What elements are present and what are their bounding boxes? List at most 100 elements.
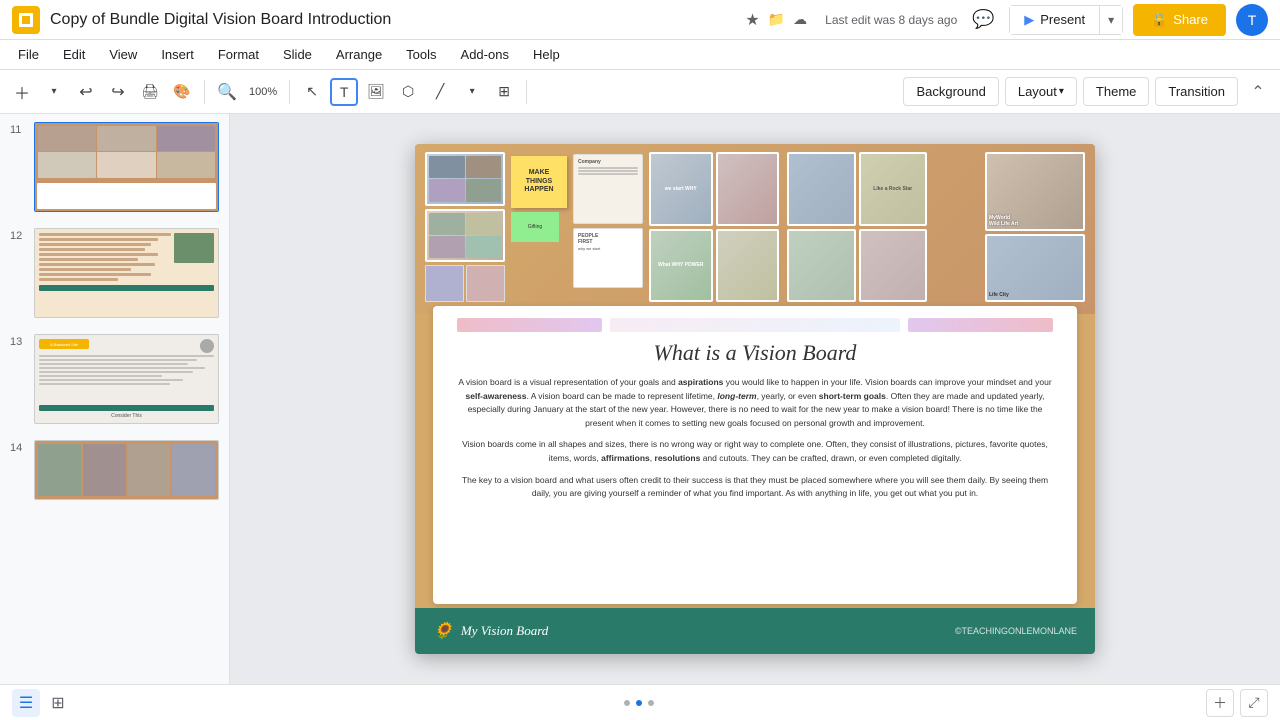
s12-text-lines xyxy=(39,233,171,281)
far-right-photos: MyWorldWild Life Art Life City xyxy=(985,152,1085,302)
paint-format-button[interactable]: 🎨 xyxy=(168,78,196,106)
transition-button[interactable]: Transition xyxy=(1155,77,1238,106)
present-button[interactable]: ▶ Present xyxy=(1009,5,1100,35)
undo-button[interactable]: ↩ xyxy=(72,78,100,106)
add-slide-button[interactable]: ＋ xyxy=(8,78,36,106)
add-slide-bottom-button[interactable]: ＋ xyxy=(1206,689,1234,717)
folder-icon[interactable]: 📁 xyxy=(768,11,785,28)
share-button[interactable]: 🔒 Share xyxy=(1133,4,1226,36)
menu-insert[interactable]: Insert xyxy=(151,43,204,66)
slide-thumbnail-14[interactable]: 14 xyxy=(0,432,229,508)
pg2-c2 xyxy=(466,213,502,235)
canvas-area[interactable]: MAKETHINGSHAPPEN Gifting Company PEOPLEF… xyxy=(230,114,1280,684)
rp1-c4 xyxy=(859,229,928,303)
center-photo-1: we start WHY xyxy=(649,152,713,226)
star-icon[interactable]: ★ xyxy=(745,10,759,30)
pg1-c4 xyxy=(466,179,502,201)
shape-tool[interactable]: ⬡ xyxy=(394,78,422,106)
layout-button[interactable]: Layout ▾ xyxy=(1005,77,1077,106)
s12-footer xyxy=(39,285,214,291)
menu-arrange[interactable]: Arrange xyxy=(326,43,392,66)
comment-button[interactable]: 💬 xyxy=(967,4,999,36)
s11-cell-5 xyxy=(97,152,155,177)
layout-label: Layout xyxy=(1018,84,1057,99)
menu-tools[interactable]: Tools xyxy=(396,43,446,66)
s13-avatar xyxy=(200,339,214,353)
slide-number-12: 12 xyxy=(10,230,26,242)
s11-cell-3 xyxy=(157,126,215,151)
s11-collage-grid xyxy=(35,123,218,181)
menu-edit[interactable]: Edit xyxy=(53,43,95,66)
line-caret[interactable]: ▾ xyxy=(458,78,486,106)
s11-cell-4 xyxy=(38,152,96,177)
line-tool[interactable]: ╱ xyxy=(426,78,454,106)
center-photo-2 xyxy=(716,152,780,226)
last-edit-text: Last edit was 8 days ago xyxy=(825,13,957,27)
grid-view-button[interactable]: ⊞ xyxy=(44,689,72,717)
center-photo-4 xyxy=(716,229,780,303)
pg3-c1 xyxy=(425,265,464,302)
main-slide[interactable]: MAKETHINGSHAPPEN Gifting Company PEOPLEF… xyxy=(415,144,1095,654)
text-tool[interactable]: T xyxy=(330,78,358,106)
slide-thumbnail-11[interactable]: 11 xyxy=(0,114,229,220)
redo-button[interactable]: ↪ xyxy=(104,78,132,106)
menu-help[interactable]: Help xyxy=(523,43,570,66)
bottom-right-actions: ＋ ⤢ xyxy=(1206,689,1268,717)
collapse-toolbar-button[interactable]: ⌃ xyxy=(1244,78,1272,106)
s13-badge: A Balanced Life xyxy=(39,339,89,349)
toolbar-separator-1 xyxy=(204,80,205,104)
theme-button[interactable]: Theme xyxy=(1083,77,1149,106)
s13-l6 xyxy=(39,375,162,377)
footer-logo: 🌻 My Vision Board xyxy=(433,621,548,641)
zoom-level[interactable]: 100% xyxy=(245,78,281,106)
s12-line-5 xyxy=(39,253,158,256)
card-people-first: PEOPLEFIRST why we start xyxy=(573,228,643,288)
menu-slide[interactable]: Slide xyxy=(273,43,322,66)
pg2-c3 xyxy=(429,236,465,258)
document-title: Copy of Bundle Digital Vision Board Intr… xyxy=(50,11,735,29)
cursor-tool[interactable]: ↖ xyxy=(298,78,326,106)
more-tool[interactable]: ⊞ xyxy=(490,78,518,106)
photo-grid-2 xyxy=(425,209,505,263)
pg2-c1 xyxy=(429,213,465,235)
sticky-make-things-happen: MAKETHINGSHAPPEN xyxy=(511,156,567,208)
slide-preview-13[interactable]: A Balanced Life Consider This xyxy=(34,334,219,424)
image-tool[interactable]: 🖼 xyxy=(362,78,390,106)
dot-1 xyxy=(624,700,630,706)
s11-cell-2 xyxy=(97,126,155,151)
present-label: Present xyxy=(1040,12,1085,27)
menu-view[interactable]: View xyxy=(99,43,147,66)
right-bar xyxy=(908,318,1053,332)
s11-cell-1 xyxy=(38,126,96,151)
background-button[interactable]: Background xyxy=(903,77,998,106)
slide-number-13: 13 xyxy=(10,336,26,348)
top-right-actions: Last edit was 8 days ago 💬 ▶ Present ▾ 🔒… xyxy=(817,4,1268,36)
expand-button[interactable]: ⤢ xyxy=(1240,689,1268,717)
center-bar xyxy=(610,318,900,332)
s13-l7 xyxy=(39,379,183,381)
menu-addons[interactable]: Add-ons xyxy=(451,43,519,66)
pg1-c3 xyxy=(429,179,465,201)
app-icon xyxy=(12,6,40,34)
slide-thumbnail-13[interactable]: 13 A Balanced Life xyxy=(0,326,229,432)
print-button[interactable]: 🖨 xyxy=(136,78,164,106)
add-slide-caret[interactable]: ▾ xyxy=(40,78,68,106)
slide-preview-14[interactable] xyxy=(34,440,219,500)
bottom-bar: ☰ ⊞ ＋ ⤢ xyxy=(0,684,1280,720)
toolbar-right: Background Layout ▾ Theme Transition ⌃ xyxy=(903,77,1272,106)
pg2-c4 xyxy=(466,236,502,258)
slide-thumbnail-12[interactable]: 12 xyxy=(0,220,229,326)
s13-consider: Consider This xyxy=(39,413,214,419)
list-view-button[interactable]: ☰ xyxy=(12,689,40,717)
menu-format[interactable]: Format xyxy=(208,43,269,66)
slide-preview-11[interactable] xyxy=(34,122,219,212)
menu-file[interactable]: File xyxy=(8,43,49,66)
left-collage xyxy=(425,152,505,302)
slide-preview-12[interactable] xyxy=(34,228,219,318)
present-caret-button[interactable]: ▾ xyxy=(1100,5,1123,35)
zoom-out-button[interactable]: 🔍 xyxy=(213,78,241,106)
s14-c1 xyxy=(38,444,81,496)
s12-line-4 xyxy=(39,248,145,251)
avatar[interactable]: T xyxy=(1236,4,1268,36)
s12-content xyxy=(35,229,218,317)
